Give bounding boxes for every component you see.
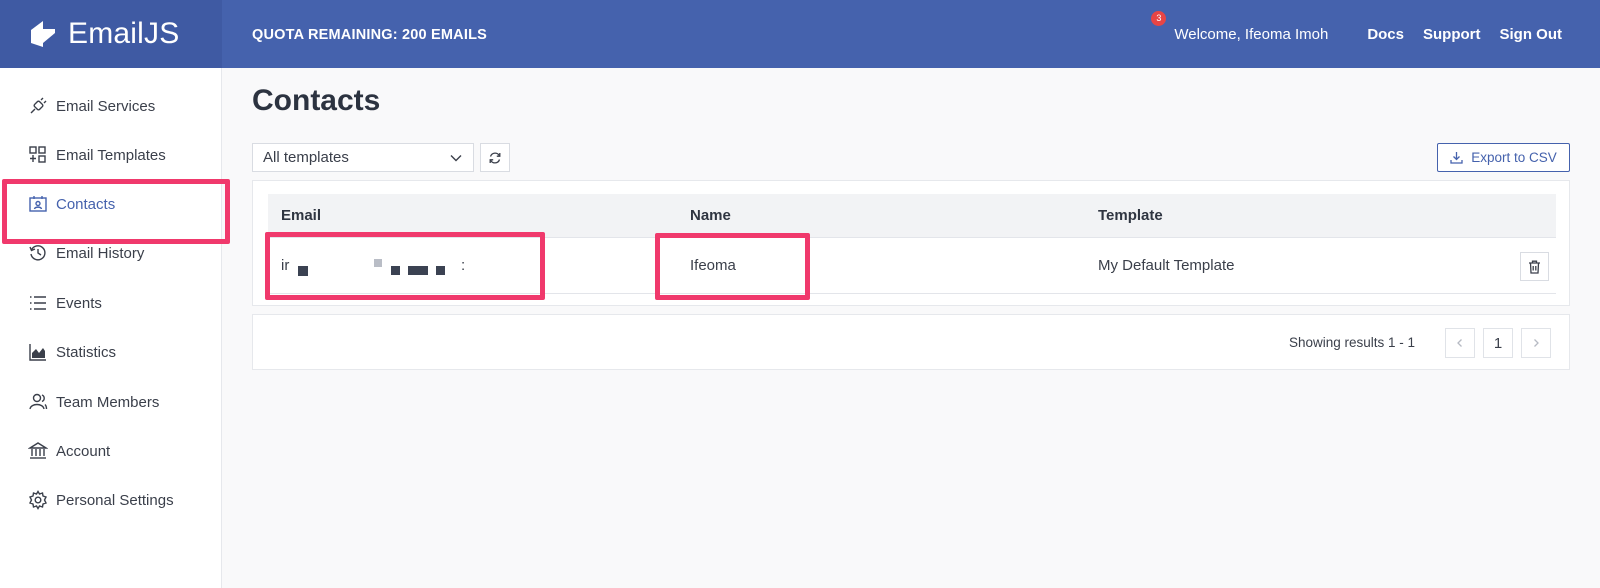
pagination-bar: Showing results 1 - 1 1 (252, 314, 1570, 370)
sidebar-item-label: Email Templates (56, 146, 166, 164)
export-csv-label: Export to CSV (1471, 150, 1557, 165)
list-icon (30, 296, 46, 310)
team-icon (29, 393, 48, 410)
sidebar-item-account[interactable]: Account (0, 426, 222, 476)
template-filter-select[interactable]: All templates (252, 143, 474, 172)
sidebar: Email Services Email Templates Contacts … (0, 68, 230, 588)
email-highlight-box (265, 232, 545, 300)
sidebar-item-label: Team Members (56, 393, 160, 411)
page-title: Contacts (252, 84, 381, 117)
chevron-right-icon (1534, 339, 1539, 347)
export-csv-button[interactable]: Export to CSV (1437, 143, 1570, 172)
area-chart-icon (29, 344, 46, 361)
chevron-left-icon (1457, 339, 1462, 347)
sidebar-item-label: Email Services (56, 97, 156, 115)
welcome-text: Welcome, Ifeoma Imoh (1174, 25, 1329, 43)
welcome-user[interactable]: 3 Welcome, Ifeoma Imoh (1151, 10, 1329, 43)
history-icon (29, 245, 46, 261)
sidebar-item-contacts[interactable]: Contacts (0, 179, 230, 244)
sidebar-item-label: Statistics (56, 343, 117, 361)
sidebar-item-personal-settings[interactable]: Personal Settings (0, 475, 222, 525)
templates-icon (29, 146, 46, 163)
docs-link[interactable]: Docs (1367, 26, 1404, 43)
refresh-button[interactable] (480, 143, 510, 172)
sidebar-item-label: Account (56, 442, 111, 460)
sidebar-item-events[interactable]: Events (0, 278, 222, 328)
next-page-button[interactable] (1521, 328, 1551, 358)
sidebar-item-label: Personal Settings (56, 491, 174, 509)
sidebar-item-email-templates[interactable]: Email Templates (0, 130, 222, 180)
gear-icon (29, 490, 47, 510)
refresh-icon (489, 151, 501, 164)
emailjs-logo-icon (31, 21, 55, 47)
bank-icon (28, 442, 48, 459)
top-nav: 3 Welcome, Ifeoma Imoh Docs Support Sign… (1151, 0, 1563, 68)
name-highlight-box (655, 233, 810, 300)
plug-icon (30, 97, 47, 114)
prev-page-button[interactable] (1445, 328, 1475, 358)
page-number-button[interactable]: 1 (1483, 328, 1513, 358)
contact-template: My Default Template (1098, 257, 1235, 274)
sidebar-item-label: Contacts (56, 195, 116, 213)
chevron-down-icon (450, 154, 462, 161)
template-filter-value: All templates (263, 149, 349, 166)
support-link[interactable]: Support (1423, 26, 1481, 43)
sidebar-item-email-services[interactable]: Email Services (0, 81, 222, 131)
column-header-template[interactable]: Template (1098, 194, 1163, 238)
sign-out-link[interactable]: Sign Out (1500, 26, 1563, 43)
sidebar-item-email-history[interactable]: Email History (0, 228, 222, 278)
sidebar-item-label: Email History (56, 244, 145, 262)
sidebar-item-label: Events (56, 294, 102, 312)
trash-icon (1529, 260, 1540, 274)
brand[interactable]: EmailJS (0, 0, 222, 68)
column-header-name[interactable]: Name (690, 194, 731, 238)
sidebar-item-team-members[interactable]: Team Members (0, 377, 222, 427)
notification-badge[interactable]: 3 (1151, 10, 1167, 26)
brand-name: EmailJS (68, 17, 180, 50)
top-bar: EmailJS QUOTA REMAINING: 200 EMAILS 3 We… (0, 0, 1600, 68)
download-icon (1450, 152, 1463, 164)
quota-remaining: QUOTA REMAINING: 200 EMAILS (252, 27, 487, 43)
sidebar-item-statistics[interactable]: Statistics (0, 327, 222, 377)
delete-contact-button[interactable] (1520, 252, 1549, 281)
results-count: Showing results 1 - 1 (1289, 335, 1416, 350)
contact-card-icon (29, 196, 47, 212)
